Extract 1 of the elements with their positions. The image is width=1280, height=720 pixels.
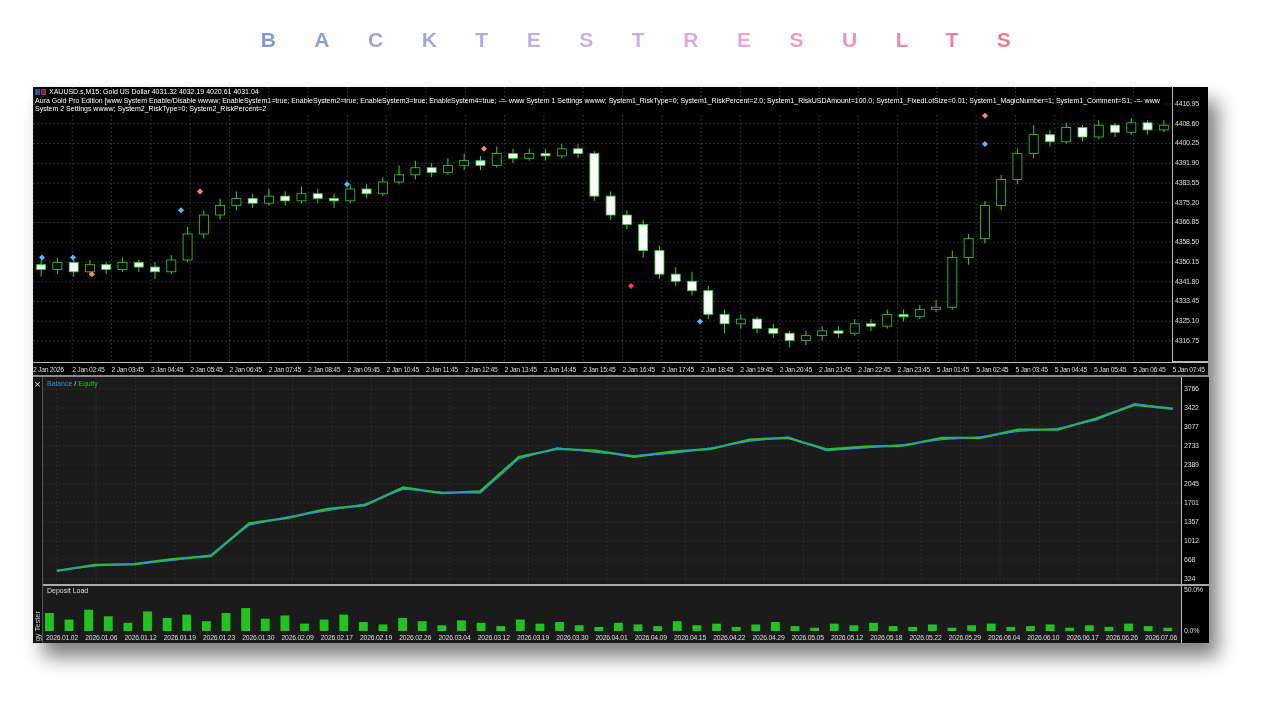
close-button[interactable]: × <box>33 380 42 389</box>
